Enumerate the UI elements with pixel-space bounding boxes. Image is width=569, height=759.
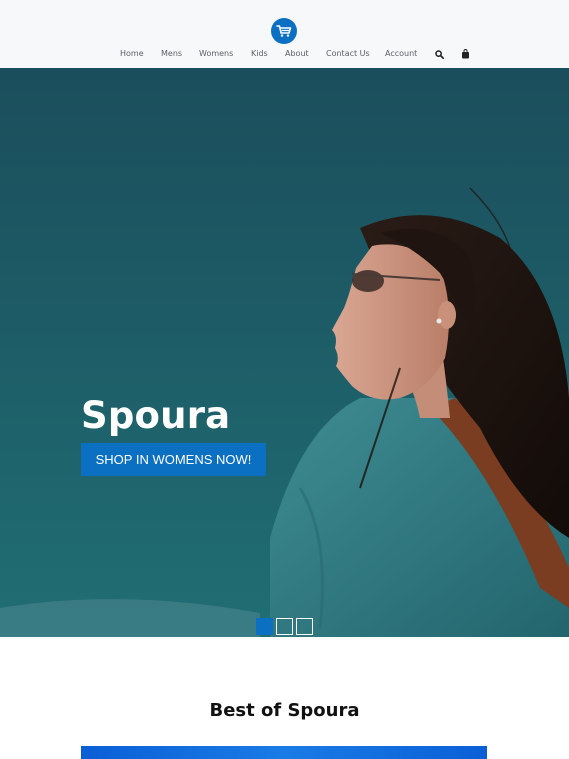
site-header: Home Mens Womens Kids About Contact Us A… (0, 0, 569, 68)
shopping-cart-icon (276, 25, 292, 37)
nav-mens[interactable]: Mens (161, 49, 182, 58)
search-icon[interactable] (434, 49, 444, 59)
nav-contact-us[interactable]: Contact Us (326, 49, 370, 58)
shopping-bag-icon[interactable] (460, 49, 470, 59)
logo[interactable] (271, 18, 297, 44)
section-title: Best of Spoura (209, 700, 360, 721)
shop-womens-button[interactable]: SHOP IN WOMENS NOW! (81, 443, 266, 476)
slider-dot-3[interactable] (296, 618, 313, 635)
nav-account[interactable]: Account (385, 49, 417, 58)
main-nav: Home Mens Womens Kids About Contact Us A… (0, 49, 569, 61)
promo-banner[interactable] (81, 746, 487, 759)
slider-dot-1[interactable] (256, 618, 273, 635)
hero-image (0, 187, 569, 637)
nav-womens[interactable]: Womens (199, 49, 233, 58)
nav-home[interactable]: Home (120, 49, 144, 58)
hero-slider: Spoura SHOP IN WOMENS NOW! (0, 68, 569, 637)
slider-dot-2[interactable] (276, 618, 293, 635)
nav-about[interactable]: About (285, 49, 309, 58)
hero-title: Spoura (81, 394, 231, 437)
nav-kids[interactable]: Kids (251, 49, 268, 58)
